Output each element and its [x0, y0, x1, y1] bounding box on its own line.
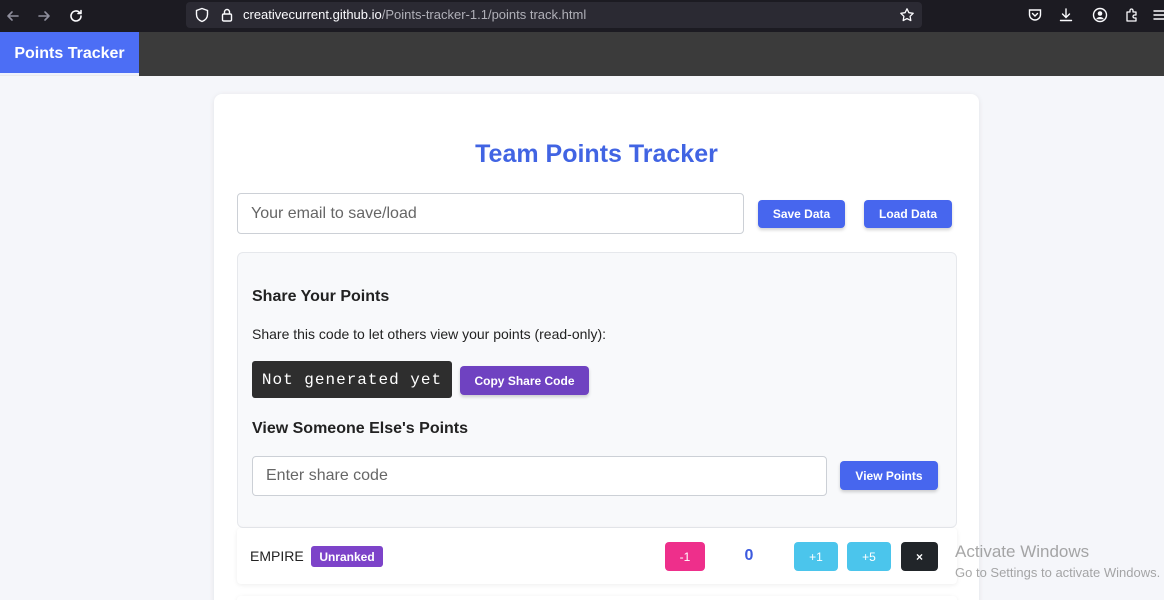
menu-icon[interactable] [1150, 5, 1164, 25]
url-text: creativecurrent.github.io/Points-tracker… [243, 7, 586, 22]
activate-windows-subtitle: Go to Settings to activate Windows. [955, 565, 1161, 580]
shield-icon[interactable] [194, 7, 210, 23]
lock-icon[interactable] [219, 7, 235, 23]
delete-team-button[interactable]: × [901, 542, 938, 571]
email-input[interactable] [237, 193, 744, 234]
share-panel: Share Your Points Share this code to let… [237, 252, 957, 528]
reload-icon[interactable] [65, 5, 87, 27]
pocket-icon[interactable] [1025, 5, 1045, 25]
tracker-card: Team Points Tracker Save Data Load Data … [214, 94, 979, 600]
brand-link[interactable]: Points Tracker [0, 32, 139, 75]
active-underline [0, 73, 139, 76]
page-title: Team Points Tracker [475, 140, 718, 168]
browser-toolbar: creativecurrent.github.io/Points-tracker… [0, 0, 1164, 32]
team-name: EMPIRE [250, 548, 304, 564]
url-path: /Points-tracker-1.1/points track.html [381, 7, 587, 22]
plus-one-button[interactable]: +1 [794, 542, 838, 571]
rank-badge: Unranked [311, 546, 383, 567]
team-row: EMPIRE Unranked -1 0 +1 +5 × [237, 528, 957, 584]
account-icon[interactable] [1090, 5, 1110, 25]
url-host: creativecurrent.github.io [243, 7, 382, 22]
app-navbar: Points Tracker [0, 32, 1164, 76]
share-heading: Share Your Points [252, 288, 390, 305]
address-bar[interactable]: creativecurrent.github.io/Points-tracker… [186, 2, 922, 28]
next-team-row-edge [237, 596, 957, 600]
save-data-button[interactable]: Save Data [758, 200, 845, 228]
share-description: Share this code to let others view your … [252, 326, 607, 342]
copy-share-code-button[interactable]: Copy Share Code [460, 366, 589, 395]
back-arrow-icon[interactable] [2, 5, 24, 27]
download-icon[interactable] [1056, 5, 1076, 25]
view-points-button[interactable]: View Points [840, 461, 938, 490]
minus-one-button[interactable]: -1 [665, 542, 705, 571]
forward-arrow-icon[interactable] [33, 5, 55, 27]
plus-five-button[interactable]: +5 [847, 542, 891, 571]
star-icon[interactable] [899, 7, 915, 23]
extensions-icon[interactable] [1122, 5, 1142, 25]
share-code-input[interactable] [252, 456, 827, 496]
share-code-display: Not generated yet [252, 361, 452, 398]
view-heading: View Someone Else's Points [252, 420, 469, 437]
points-value: 0 [744, 547, 754, 564]
load-data-button[interactable]: Load Data [864, 200, 952, 228]
activate-windows-title: Activate Windows [955, 542, 1090, 561]
